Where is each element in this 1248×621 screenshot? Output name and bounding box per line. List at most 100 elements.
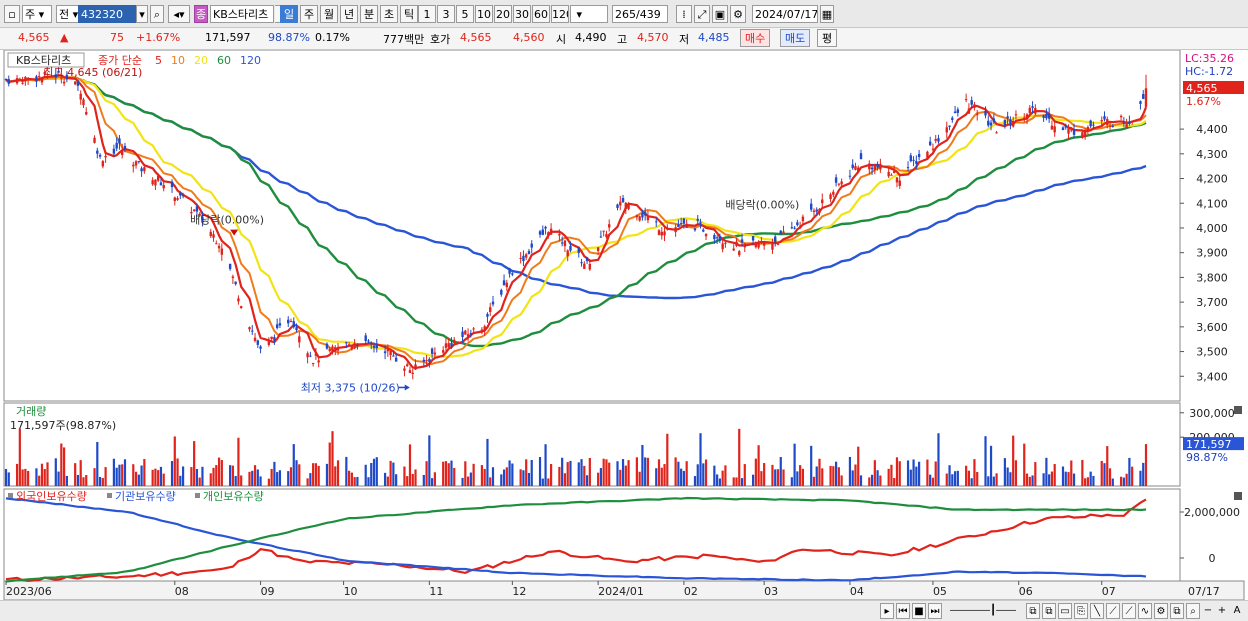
interval-custom-select[interactable]: ▾ bbox=[570, 5, 608, 23]
candle-body bbox=[738, 251, 741, 256]
candle-body bbox=[655, 221, 658, 223]
candle-body bbox=[538, 231, 542, 235]
volume-bar bbox=[93, 468, 96, 486]
chevron-down-icon[interactable]: ▾ bbox=[136, 5, 148, 23]
trend-tool-icon[interactable]: ⟋ bbox=[1106, 603, 1120, 619]
candle-body bbox=[851, 164, 854, 169]
period-type-select[interactable]: 주 ▾ bbox=[22, 5, 52, 23]
text-tool-icon[interactable]: A bbox=[1230, 603, 1244, 619]
volume-bar bbox=[104, 467, 107, 486]
interval-button-1[interactable]: 1 bbox=[418, 5, 436, 23]
gear-icon[interactable]: ⚙ bbox=[730, 5, 746, 23]
volume-bar bbox=[635, 457, 638, 486]
period-button-6[interactable]: 틱 bbox=[400, 5, 418, 23]
ma-legend-5: 5 bbox=[155, 54, 162, 67]
compare-icon[interactable]: ⧉ bbox=[1042, 603, 1056, 619]
x-tick-label-1: 08 bbox=[175, 585, 189, 598]
volume-bar bbox=[57, 471, 60, 486]
candle-body bbox=[239, 306, 243, 309]
volume-bar bbox=[583, 465, 586, 486]
volume-bar bbox=[696, 464, 699, 486]
candle-body bbox=[372, 345, 376, 348]
scroll-end-icon[interactable]: ⏭ bbox=[928, 603, 942, 619]
volume-bar bbox=[209, 473, 212, 486]
window-icon[interactable]: ▫ bbox=[4, 5, 20, 23]
candle-body bbox=[732, 248, 735, 251]
interval-button-20[interactable]: 20 bbox=[494, 5, 512, 23]
candle-body bbox=[1144, 88, 1148, 107]
stock-chart[interactable]: 4,400 4,300 4,200 4,100 4,000 3,900 3,800 3,700… bbox=[0, 50, 1248, 600]
candle-body bbox=[953, 111, 957, 114]
period-button-2[interactable]: 월 bbox=[320, 5, 338, 23]
crosshair-icon[interactable]: ⤢ bbox=[694, 5, 710, 23]
data-count-field[interactable]: 265/439 bbox=[612, 5, 668, 23]
volume-bar bbox=[118, 464, 121, 486]
candle-body bbox=[906, 167, 910, 169]
avg-button[interactable]: 평 bbox=[817, 29, 838, 47]
copy-icon[interactable]: ⎘ bbox=[1074, 603, 1088, 619]
interval-button-3[interactable]: 3 bbox=[437, 5, 455, 23]
candle-body bbox=[162, 185, 165, 189]
zoom-in-icon[interactable]: + bbox=[1216, 603, 1228, 619]
grid-icon[interactable]: ⁞ bbox=[676, 5, 692, 23]
split-icon[interactable]: ▭ bbox=[1058, 603, 1072, 619]
save-icon[interactable]: ▣ bbox=[712, 5, 728, 23]
volume-bar bbox=[569, 460, 572, 486]
volume-bar bbox=[666, 433, 669, 486]
wave-tool-icon[interactable]: ∿ bbox=[1138, 603, 1152, 619]
price-tick-label-7: 3,700 bbox=[1196, 296, 1228, 309]
candle-body bbox=[7, 79, 10, 84]
interval-button-5[interactable]: 5 bbox=[456, 5, 474, 23]
candle-body bbox=[73, 81, 77, 85]
pattern-icon[interactable]: ⧉ bbox=[1170, 603, 1184, 619]
sell-button[interactable]: 매도 bbox=[780, 29, 811, 47]
volume-bar bbox=[561, 457, 564, 486]
stock-name-field[interactable]: KB스타리츠 bbox=[210, 5, 274, 23]
candle-body bbox=[641, 213, 644, 218]
volume-bar bbox=[716, 474, 719, 486]
calendar-icon[interactable]: ▦ bbox=[820, 5, 834, 23]
volume-bar bbox=[547, 478, 550, 486]
volume-bar bbox=[132, 464, 135, 486]
candle-body bbox=[1042, 115, 1045, 118]
scroll-start-icon[interactable]: ⏮ bbox=[896, 603, 910, 619]
volume-bar bbox=[776, 469, 780, 486]
period-button-0[interactable]: 일 bbox=[280, 5, 298, 23]
date-field[interactable]: 2024/07/17 bbox=[752, 5, 818, 23]
zoom-slider[interactable]: ――――┃―― bbox=[948, 603, 1018, 619]
period-button-4[interactable]: 분 bbox=[360, 5, 378, 23]
period-button-5[interactable]: 초 bbox=[380, 5, 398, 23]
interval-button-60[interactable]: 60 bbox=[532, 5, 550, 23]
volume-bar bbox=[60, 443, 63, 486]
volume-bar bbox=[7, 472, 10, 486]
speaker-icon[interactable]: ◂▾ bbox=[168, 5, 190, 23]
gear-icon[interactable]: ⚙ bbox=[1154, 603, 1168, 619]
layout-icon[interactable]: ⧉ bbox=[1026, 603, 1040, 619]
search-icon[interactable]: ⌕ bbox=[1186, 603, 1200, 619]
volume-bar bbox=[1009, 472, 1012, 486]
fib-tool-icon[interactable]: ⟋ bbox=[1122, 603, 1136, 619]
interval-button-10[interactable]: 10 bbox=[475, 5, 493, 23]
candle-body bbox=[1025, 114, 1029, 120]
candle-body bbox=[915, 161, 918, 164]
line-tool-icon[interactable]: ╲ bbox=[1090, 603, 1104, 619]
search-icon[interactable]: ⌕ bbox=[150, 5, 164, 23]
stop-icon[interactable]: ■ bbox=[912, 603, 926, 619]
interval-button-30[interactable]: 30 bbox=[513, 5, 531, 23]
candle-body bbox=[1067, 128, 1070, 134]
volume-bar bbox=[1042, 473, 1045, 486]
volume-bar bbox=[121, 464, 124, 486]
volume-bar bbox=[1045, 457, 1048, 486]
stock-code-input[interactable]: 432320 bbox=[78, 5, 136, 23]
volume-bar bbox=[754, 458, 757, 486]
volume-bar bbox=[1023, 443, 1026, 486]
period-button-1[interactable]: 주 bbox=[300, 5, 318, 23]
zoom-out-icon[interactable]: − bbox=[1202, 603, 1214, 619]
candle-body bbox=[1014, 114, 1018, 116]
candle-body bbox=[987, 120, 990, 126]
candle-body bbox=[4, 79, 8, 81]
buy-button[interactable]: 매수 bbox=[740, 29, 771, 47]
interval-button-120[interactable]: 120 bbox=[551, 5, 569, 23]
scroll-right-icon[interactable]: ▸ bbox=[880, 603, 894, 619]
period-button-3[interactable]: 년 bbox=[340, 5, 358, 23]
